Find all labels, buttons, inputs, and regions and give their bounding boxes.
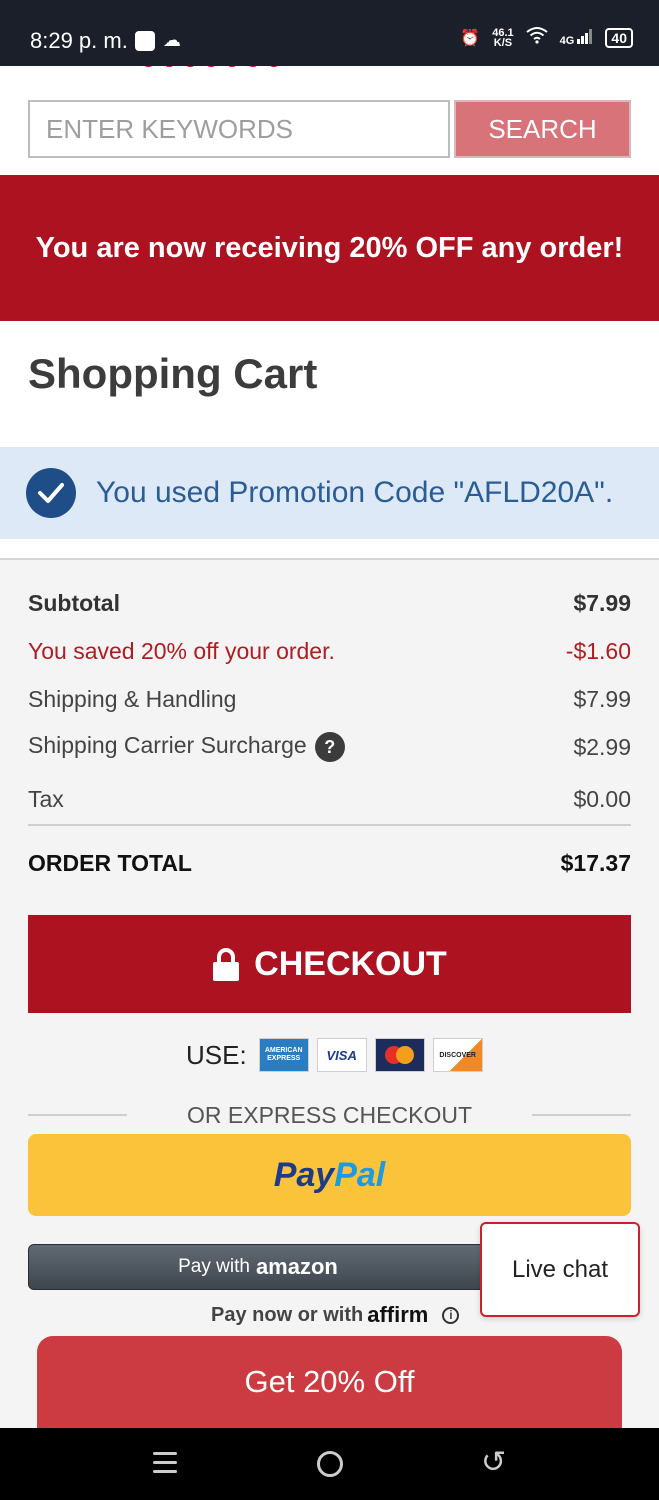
cloud-icon: ☁ [163,30,181,50]
tax-value: $0.00 [573,786,631,812]
checkout-button[interactable]: CHECKOUT [28,915,631,1013]
help-icon[interactable]: ? [314,732,345,762]
home-icon[interactable] [317,1451,343,1477]
shipping-value: $7.99 [573,686,631,712]
back-icon[interactable]: ↺ [481,1445,506,1480]
surcharge-label-group: Shipping Carrier Surcharge? [28,732,345,762]
checkout-label: CHECKOUT [254,944,447,983]
status-time: 8:29 p. m. [30,28,128,53]
paypal-logo-part1: Pay [273,1155,335,1194]
subtotal-value: $7.99 [573,590,631,616]
system-nav-bar: ↺ [0,1428,659,1500]
status-icons: ⏰ 46.1 K/S 4G 40 [460,26,633,49]
promo-applied-notice: You used Promotion Code "AFLD20A". [0,447,659,539]
express-checkout-divider: OR EXPRESS CHECKOUT [28,1100,631,1130]
order-total-label: ORDER TOTAL [28,850,192,876]
savings-value: -$1.60 [565,638,631,664]
live-chat-button[interactable]: Live chat [480,1222,640,1317]
recent-apps-icon[interactable] [153,1452,177,1479]
search-input[interactable] [28,100,450,158]
subtotal-label: Subtotal [28,590,120,616]
amazon-pay-prefix: Pay with [178,1256,250,1277]
mastercard-card-icon [374,1038,425,1072]
summary-divider [28,824,631,826]
network-speed: 46.1 K/S [492,26,514,49]
get-offer-button[interactable]: Get 20% Off [37,1336,622,1428]
paypal-logo-part2: Pal [334,1155,386,1194]
shipping-label: Shipping & Handling [28,686,237,712]
tax-row: Tax $0.00 [28,786,631,813]
affirm-line[interactable]: Pay now or with affirm i [211,1302,460,1328]
use-label: USE: [186,1039,247,1070]
paypal-button[interactable]: Pay Pal [28,1134,631,1216]
amex-card-icon: AMERICAN EXPRESS [258,1038,309,1072]
lock-icon [213,948,240,981]
savings-row: You saved 20% off your order. -$1.60 [28,638,631,665]
surcharge-label: Shipping Carrier Surcharge [28,732,307,759]
affirm-logo: affirm [367,1302,429,1327]
page-title: Shopping Cart [28,350,318,397]
surcharge-value: $2.99 [573,733,631,760]
discover-card-icon: DISCOVER [432,1038,483,1072]
search-button[interactable]: SEARCH [454,100,631,158]
status-bar: 8:29 p. m. ☁ ⏰ 46.1 K/S 4G 40 [0,0,659,66]
affirm-prefix: Pay now or with [211,1303,364,1326]
tax-label: Tax [28,786,64,812]
promo-banner: You are now receiving 20% OFF any order! [0,175,659,321]
order-total-row: ORDER TOTAL $17.37 [28,850,631,877]
visa-card-icon: VISA [316,1038,367,1072]
alarm-icon: ⏰ [460,29,481,47]
amazon-pay-button[interactable]: Pay with amazon [28,1244,488,1290]
surcharge-row: Shipping Carrier Surcharge? $2.99 [28,732,631,762]
check-icon [26,468,76,518]
battery-icon: 40 [605,27,633,48]
signal-icon: 4G [560,28,594,47]
subtotal-row: Subtotal $7.99 [28,590,631,617]
amazon-logo: amazon [255,1254,338,1279]
order-total-value: $17.37 [560,850,631,876]
notification-icon [135,31,155,51]
express-checkout-label: OR EXPRESS CHECKOUT [187,1101,472,1128]
accepted-cards: USE: AMERICAN EXPRESS VISA DISCOVER [186,1038,483,1072]
savings-label: You saved 20% off your order. [28,638,335,664]
info-icon[interactable]: i [442,1306,460,1324]
shipping-row: Shipping & Handling $7.99 [28,686,631,713]
wifi-icon [526,26,548,49]
promo-applied-text: You used Promotion Code "AFLD20A". [96,476,614,509]
